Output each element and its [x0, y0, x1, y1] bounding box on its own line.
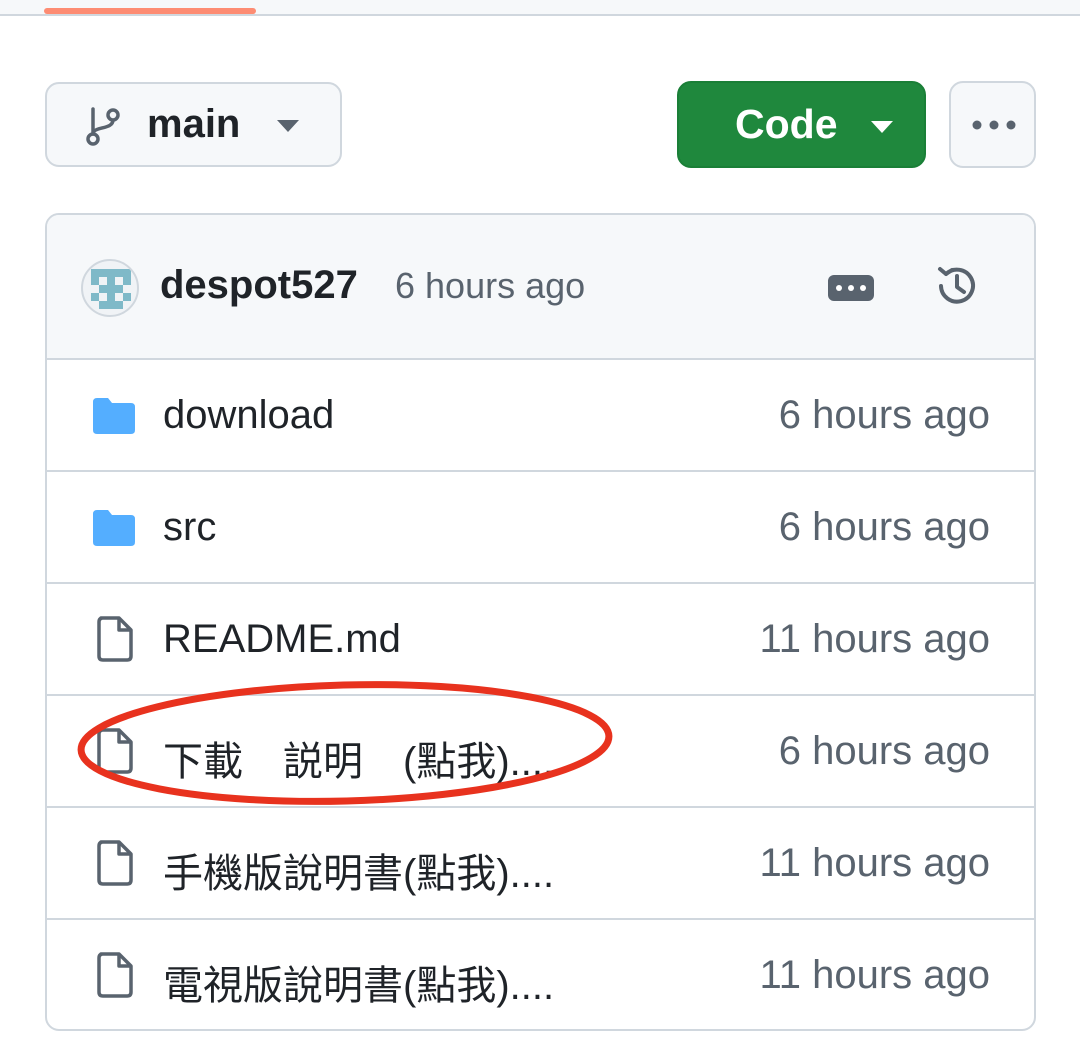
file-browser: despot527 6 hours ago download 6 hours a… [45, 213, 1036, 1031]
file-name-link[interactable]: download [163, 393, 334, 438]
file-commit-time: 6 hours ago [778, 505, 990, 549]
file-commit-time: 6 hours ago [778, 393, 990, 437]
folder-icon [93, 398, 135, 434]
git-branch-icon [86, 107, 120, 146]
chevron-down-icon [277, 120, 299, 132]
file-icon [97, 616, 133, 662]
file-icon [97, 728, 133, 774]
avatar[interactable] [81, 259, 139, 317]
kebab-horizontal-icon [972, 120, 1016, 130]
commit-message-toggle-button[interactable] [828, 275, 874, 301]
file-row[interactable]: download 6 hours ago [47, 360, 1034, 472]
file-commit-time: 6 hours ago [778, 729, 990, 773]
file-commit-time: 11 hours ago [759, 617, 990, 661]
code-button-label: Code [735, 101, 838, 147]
commit-author-link[interactable]: despot527 [160, 263, 358, 308]
file-name-link[interactable]: src [163, 505, 216, 550]
identicon-icon [91, 269, 131, 309]
file-commit-time: 11 hours ago [759, 953, 990, 997]
file-row[interactable]: src 6 hours ago [47, 472, 1034, 584]
file-name-link[interactable]: 電視版說明書(點我).... [163, 953, 554, 1011]
file-row[interactable]: 下載 説明 (點我).... 6 hours ago [47, 696, 1034, 808]
file-icon [97, 840, 133, 886]
latest-commit-bar: despot527 6 hours ago [47, 215, 1034, 360]
file-name-link[interactable]: README.md [163, 617, 401, 662]
file-name-link[interactable]: 下載 説明 (點我).... [163, 729, 554, 787]
ellipsis-icon [836, 285, 866, 291]
repo-nav-bar [0, 0, 1080, 16]
file-row[interactable]: 手機版說明書(點我).... 11 hours ago [47, 808, 1034, 920]
more-options-button[interactable] [949, 81, 1036, 168]
commit-time: 6 hours ago [395, 265, 586, 306]
chevron-down-icon [871, 121, 893, 133]
file-name-link[interactable]: 手機版說明書(點我).... [163, 841, 554, 899]
file-row[interactable]: 電視版說明書(點我).... 11 hours ago [47, 920, 1034, 1029]
active-tab-underline [44, 8, 256, 14]
history-icon[interactable] [932, 261, 982, 311]
folder-icon [93, 510, 135, 546]
branch-selector-button[interactable]: main [45, 82, 342, 167]
file-row[interactable]: README.md 11 hours ago [47, 584, 1034, 696]
branch-name: main [147, 102, 241, 146]
code-button[interactable]: Code [677, 81, 926, 168]
file-icon [97, 952, 133, 998]
file-commit-time: 11 hours ago [759, 841, 990, 885]
